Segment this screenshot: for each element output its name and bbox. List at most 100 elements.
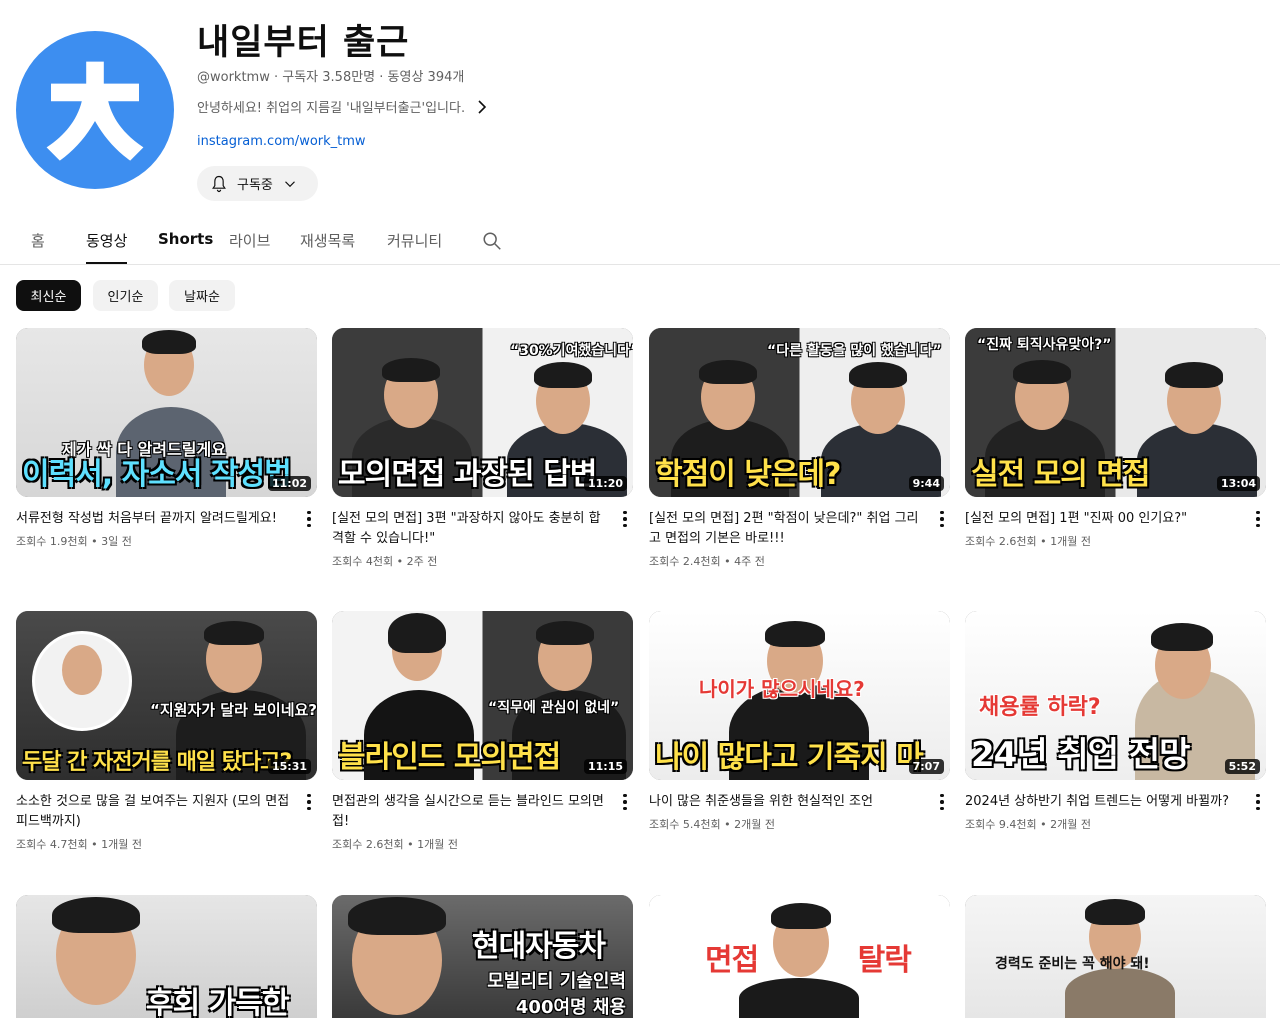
video-meta: 조회수 2.6천회 • 1개월 전 — [332, 838, 458, 851]
tab-shorts[interactable]: Shorts — [158, 216, 213, 264]
thumbnail-headline: 학점이 낮은데? — [655, 457, 841, 492]
thumbnail-caption: “다른 활동을 많이 했습니다” — [767, 343, 942, 359]
video-thumbnail[interactable]: “다른 활동을 많이 했습니다” 학점이 낮은데? 9:44 — [649, 328, 950, 497]
more-actions-icon[interactable] — [1250, 509, 1266, 529]
video-meta: 조회수 2.6천회 • 1개월 전 — [965, 535, 1091, 548]
video-thumbnail[interactable]: “직무에 관심이 없네” 블라인드 모의면접 11:15 — [332, 611, 633, 780]
subscribed-label: 구독중 — [237, 178, 273, 193]
video-title[interactable]: 면접관의 생각을 실시간으로 듣는 블라인드 모의면접! — [332, 792, 612, 832]
video-title[interactable]: [실전 모의 면접] 1편 "진짜 00 인기요?" — [965, 509, 1245, 529]
tab-home[interactable]: 홈 — [31, 216, 45, 264]
video-card[interactable]: 채용률 하락? 24년 취업 전망 5:52 2024년 상하반기 취업 트렌드… — [965, 611, 1266, 832]
video-card[interactable]: 후회 가득한 — [16, 895, 317, 1018]
tab-community[interactable]: 커뮤니티 — [387, 216, 442, 264]
tab-videos[interactable]: 동영상 — [86, 216, 128, 264]
thumbnail-headline: 나이 많다고 기죽지 마 — [655, 740, 924, 775]
video-age: 2주 전 — [406, 555, 438, 568]
chevron-right-icon — [478, 99, 487, 114]
more-actions-icon[interactable] — [301, 509, 317, 529]
video-duration: 13:04 — [1216, 476, 1260, 491]
subscribed-button[interactable]: 구독중 — [197, 166, 318, 201]
more-actions-icon[interactable] — [934, 792, 950, 812]
thumbnail-caption: 채용률 하락? — [979, 695, 1101, 720]
search-icon[interactable] — [481, 230, 503, 252]
thumbnail-headline: 후회 가득한 — [146, 986, 289, 1018]
video-card[interactable]: 제가 싹 다 알려드릴게요 이력서, 자소서 작성법 11:02 서류전형 작성… — [16, 328, 317, 549]
more-actions-icon[interactable] — [617, 509, 633, 529]
channel-logo-icon — [46, 61, 144, 161]
video-thumbnail[interactable]: 경력도 준비는 꼭 해야 돼! — [965, 895, 1266, 1018]
video-meta: 조회수 5.4천회 • 2개월 전 — [649, 818, 775, 831]
video-meta: 조회수 4.7천회 • 1개월 전 — [16, 838, 142, 851]
video-thumbnail[interactable]: 제가 싹 다 알려드릴게요 이력서, 자소서 작성법 11:02 — [16, 328, 317, 497]
video-age: 1개월 전 — [417, 838, 458, 851]
video-thumbnail[interactable]: 채용률 하락? 24년 취업 전망 5:52 — [965, 611, 1266, 780]
thumbnail-headline: 현대자동차 — [472, 929, 606, 964]
video-duration: 5:52 — [1224, 759, 1260, 774]
channel-name: 내일부터 출근 — [197, 23, 410, 63]
channel-description-text: 안녕하세요! 취업의 지름길 '내일부터출근'입니다. — [197, 101, 466, 116]
video-meta: 조회수 4천회 • 2주 전 — [332, 555, 438, 568]
thumbnail-caption: “직무에 관심이 없네” — [488, 700, 620, 716]
channel-avatar[interactable] — [16, 31, 174, 189]
video-views: 조회수 4.7천회 — [16, 838, 88, 851]
thumbnail-caption: 나이가 많으시네요? — [699, 677, 865, 701]
more-actions-icon[interactable] — [934, 509, 950, 529]
video-duration: 7:07 — [908, 759, 944, 774]
chip-latest[interactable]: 최신순 — [16, 280, 81, 311]
tab-live[interactable]: 라이브 — [229, 216, 270, 264]
video-title[interactable]: 나이 많은 취준생들을 위한 현실적인 조언 — [649, 792, 929, 812]
video-card[interactable]: “30%기여했습니다” 모의면접 과장된 답변 11:20 [실전 모의 면접]… — [332, 328, 633, 569]
bell-icon — [212, 175, 226, 192]
video-duration: 11:02 — [267, 476, 311, 491]
video-meta: 조회수 2.4천회 • 4주 전 — [649, 555, 765, 568]
video-card[interactable]: “진짜 퇴직사유맞아?” 실전 모의 면접 13:04 [실전 모의 면접] 1… — [965, 328, 1266, 549]
video-age: 2개월 전 — [734, 818, 775, 831]
video-thumbnail[interactable]: “진짜 퇴직사유맞아?” 실전 모의 면접 13:04 — [965, 328, 1266, 497]
video-card[interactable]: “지원자가 달라 보이네요?” 두달 간 자전거를 매일 탔다고? 15:31 … — [16, 611, 317, 852]
more-actions-icon[interactable] — [301, 792, 317, 812]
channel-tabs: 홈 동영상 Shorts 라이브 재생목록 커뮤니티 — [0, 216, 1280, 265]
video-duration: 15:31 — [267, 759, 311, 774]
video-age: 4주 전 — [734, 555, 765, 568]
thumbnail-headline: 24년 취업 전망 — [971, 735, 1190, 775]
tab-playlists[interactable]: 재생목록 — [300, 216, 355, 264]
video-duration: 11:15 — [583, 759, 627, 774]
video-title[interactable]: [실전 모의 면접] 2편 "학점이 낮은데?" 취업 그리고 면접의 기본은 … — [649, 509, 929, 549]
video-views: 조회수 5.4천회 — [649, 818, 721, 831]
chip-popular[interactable]: 인기순 — [93, 280, 158, 311]
chip-oldest[interactable]: 날짜순 — [169, 280, 235, 311]
video-meta: 조회수 9.4천회 • 2개월 전 — [965, 818, 1091, 831]
video-card[interactable]: 경력도 준비는 꼭 해야 돼! — [965, 895, 1266, 1018]
video-card[interactable]: 나이가 많으시네요? 나이 많다고 기죽지 마 7:07 나이 많은 취준생들을… — [649, 611, 950, 832]
video-age: 3일 전 — [101, 535, 132, 548]
video-views: 조회수 2.6천회 — [965, 535, 1037, 548]
channel-handle: @worktmw — [197, 70, 270, 85]
thumbnail-caption: 모빌리티 기술인력 400여명 채용 — [487, 971, 626, 1018]
more-actions-icon[interactable] — [1250, 792, 1266, 812]
video-age: 2개월 전 — [1050, 818, 1091, 831]
video-thumbnail[interactable]: “30%기여했습니다” 모의면접 과장된 답변 11:20 — [332, 328, 633, 497]
video-thumbnail[interactable]: 현대자동차 모빌리티 기술인력 400여명 채용 — [332, 895, 633, 1018]
channel-link[interactable]: instagram.com/work_tmw — [197, 134, 366, 149]
video-title[interactable]: 소소한 것으로 많을 걸 보여주는 지원자 (모의 면접 피드백까지) — [16, 792, 296, 832]
video-meta: 조회수 1.9천회 • 3일 전 — [16, 535, 132, 548]
video-card[interactable]: 면접 탈락 — [649, 895, 950, 1018]
more-actions-icon[interactable] — [617, 792, 633, 812]
video-views: 조회수 2.6천회 — [332, 838, 404, 851]
channel-description[interactable]: 안녕하세요! 취업의 지름길 '내일부터출근'입니다. — [197, 97, 487, 116]
video-thumbnail[interactable]: 후회 가득한 — [16, 895, 317, 1018]
video-title[interactable]: [실전 모의 면접] 3편 "과장하지 않아도 충분히 합격할 수 있습니다!" — [332, 509, 612, 549]
video-card[interactable]: “다른 활동을 많이 했습니다” 학점이 낮은데? 9:44 [실전 모의 면접… — [649, 328, 950, 569]
video-title[interactable]: 2024년 상하반기 취업 트렌드는 어떻게 바뀔까? — [965, 792, 1245, 812]
video-age: 1개월 전 — [101, 838, 142, 851]
channel-meta: @worktmw · 구독자 3.58만명 · 동영상 394개 — [197, 66, 464, 85]
video-thumbnail[interactable]: “지원자가 달라 보이네요?” 두달 간 자전거를 매일 탔다고? 15:31 — [16, 611, 317, 780]
video-title[interactable]: 서류전형 작성법 처음부터 끝까지 알려드릴게요! — [16, 509, 296, 529]
video-duration: 9:44 — [908, 476, 944, 491]
video-thumbnail[interactable]: 면접 탈락 — [649, 895, 950, 1018]
video-card[interactable]: “직무에 관심이 없네” 블라인드 모의면접 11:15 면접관의 생각을 실시… — [332, 611, 633, 852]
video-thumbnail[interactable]: 나이가 많으시네요? 나이 많다고 기죽지 마 7:07 — [649, 611, 950, 780]
thumbnail-caption: “30%기여했습니다” — [510, 343, 633, 359]
video-card[interactable]: 현대자동차 모빌리티 기술인력 400여명 채용 — [332, 895, 633, 1018]
